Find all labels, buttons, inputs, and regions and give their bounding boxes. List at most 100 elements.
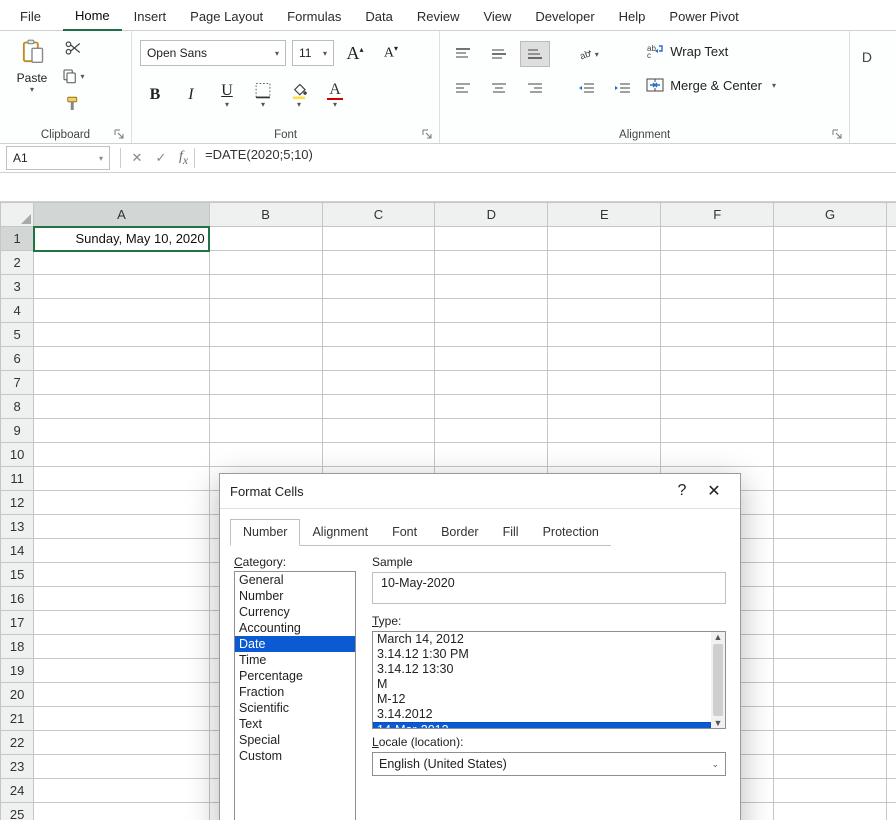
scroll-up-icon[interactable]: ▲ — [714, 632, 723, 642]
category-item-general[interactable]: General — [235, 572, 355, 588]
cell-G16[interactable] — [774, 587, 887, 611]
cell-A20[interactable] — [34, 683, 209, 707]
cell-H21[interactable] — [887, 707, 896, 731]
align-left-button[interactable] — [448, 75, 478, 101]
dialog-tab-fill[interactable]: Fill — [491, 520, 531, 546]
category-item-custom[interactable]: Custom — [235, 748, 355, 764]
cell-A9[interactable] — [34, 419, 209, 443]
cell-D4[interactable] — [435, 299, 548, 323]
cell-H14[interactable] — [887, 539, 896, 563]
cell-F3[interactable] — [661, 275, 774, 299]
cell-A5[interactable] — [34, 323, 209, 347]
copy-button[interactable]: ▾ — [60, 65, 86, 87]
cell-F1[interactable] — [661, 227, 774, 251]
cell-C3[interactable] — [322, 275, 435, 299]
cell-B8[interactable] — [209, 395, 322, 419]
cell-A22[interactable] — [34, 731, 209, 755]
cell-H1[interactable] — [887, 227, 896, 251]
cell-G1[interactable] — [774, 227, 887, 251]
row-header-11[interactable]: 11 — [1, 467, 34, 491]
align-bottom-button[interactable] — [520, 41, 550, 67]
cell-H4[interactable] — [887, 299, 896, 323]
cell-A13[interactable] — [34, 515, 209, 539]
cell-B3[interactable] — [209, 275, 322, 299]
row-header-3[interactable]: 3 — [1, 275, 34, 299]
font-color-button[interactable]: A ▾ — [320, 81, 350, 109]
cell-A19[interactable] — [34, 659, 209, 683]
cell-G17[interactable] — [774, 611, 887, 635]
col-header-H[interactable]: H — [887, 203, 896, 227]
align-right-button[interactable] — [520, 75, 550, 101]
cell-B10[interactable] — [209, 443, 322, 467]
dialog-tab-border[interactable]: Border — [429, 520, 491, 546]
col-header-E[interactable]: E — [548, 203, 661, 227]
tab-view[interactable]: View — [471, 4, 523, 30]
select-all-corner[interactable] — [1, 203, 34, 227]
cell-H22[interactable] — [887, 731, 896, 755]
cell-G19[interactable] — [774, 659, 887, 683]
cell-H25[interactable] — [887, 803, 896, 820]
tab-review[interactable]: Review — [405, 4, 472, 30]
row-header-9[interactable]: 9 — [1, 419, 34, 443]
font-size-select[interactable]: 11 ▾ — [292, 40, 334, 66]
row-header-19[interactable]: 19 — [1, 659, 34, 683]
row-header-14[interactable]: 14 — [1, 539, 34, 563]
cell-G2[interactable] — [774, 251, 887, 275]
name-box[interactable]: A1 ▾ — [6, 146, 110, 170]
cell-E3[interactable] — [548, 275, 661, 299]
cell-E2[interactable] — [548, 251, 661, 275]
type-item[interactable]: 14-Mar-2012 — [373, 722, 711, 728]
cell-B6[interactable] — [209, 347, 322, 371]
bold-button[interactable]: B — [140, 81, 170, 109]
fill-color-button[interactable]: ▾ — [284, 81, 314, 109]
cell-H3[interactable] — [887, 275, 896, 299]
cell-H8[interactable] — [887, 395, 896, 419]
tab-power-pivot[interactable]: Power Pivot — [657, 4, 750, 30]
scroll-thumb[interactable] — [713, 644, 723, 716]
tab-file[interactable]: File — [8, 4, 53, 30]
cell-F6[interactable] — [661, 347, 774, 371]
enter-formula-button[interactable]: ✓ — [149, 150, 173, 166]
cell-E6[interactable] — [548, 347, 661, 371]
cell-A6[interactable] — [34, 347, 209, 371]
cell-E9[interactable] — [548, 419, 661, 443]
col-header-B[interactable]: B — [209, 203, 322, 227]
col-header-F[interactable]: F — [661, 203, 774, 227]
cell-A15[interactable] — [34, 563, 209, 587]
category-item-currency[interactable]: Currency — [235, 604, 355, 620]
cell-B2[interactable] — [209, 251, 322, 275]
scrollbar[interactable]: ▲ ▼ — [711, 632, 725, 728]
cell-E8[interactable] — [548, 395, 661, 419]
cell-A7[interactable] — [34, 371, 209, 395]
tab-insert[interactable]: Insert — [122, 4, 179, 30]
row-header-6[interactable]: 6 — [1, 347, 34, 371]
cell-D2[interactable] — [435, 251, 548, 275]
dialog-launcher-alignment[interactable] — [831, 128, 843, 140]
cell-D1[interactable] — [435, 227, 548, 251]
row-header-1[interactable]: 1 — [1, 227, 34, 251]
cell-C4[interactable] — [322, 299, 435, 323]
category-item-scientific[interactable]: Scientific — [235, 700, 355, 716]
cell-G7[interactable] — [774, 371, 887, 395]
cell-C10[interactable] — [322, 443, 435, 467]
cell-H12[interactable] — [887, 491, 896, 515]
cell-A17[interactable] — [34, 611, 209, 635]
cell-A1[interactable]: Sunday, May 10, 2020 — [34, 227, 209, 251]
cell-E10[interactable] — [548, 443, 661, 467]
category-list[interactable]: GeneralNumberCurrencyAccountingDateTimeP… — [234, 571, 356, 820]
dialog-tab-protection[interactable]: Protection — [531, 520, 611, 546]
cell-H18[interactable] — [887, 635, 896, 659]
row-header-17[interactable]: 17 — [1, 611, 34, 635]
cell-G3[interactable] — [774, 275, 887, 299]
paste-button[interactable]: Paste ▾ — [8, 37, 56, 115]
cell-H13[interactable] — [887, 515, 896, 539]
cell-F4[interactable] — [661, 299, 774, 323]
type-item[interactable]: 3.14.2012 — [373, 707, 711, 722]
cell-C9[interactable] — [322, 419, 435, 443]
cell-G4[interactable] — [774, 299, 887, 323]
cell-G6[interactable] — [774, 347, 887, 371]
cell-G25[interactable] — [774, 803, 887, 820]
row-header-5[interactable]: 5 — [1, 323, 34, 347]
dialog-tab-number[interactable]: Number — [230, 519, 300, 546]
cell-C5[interactable] — [322, 323, 435, 347]
